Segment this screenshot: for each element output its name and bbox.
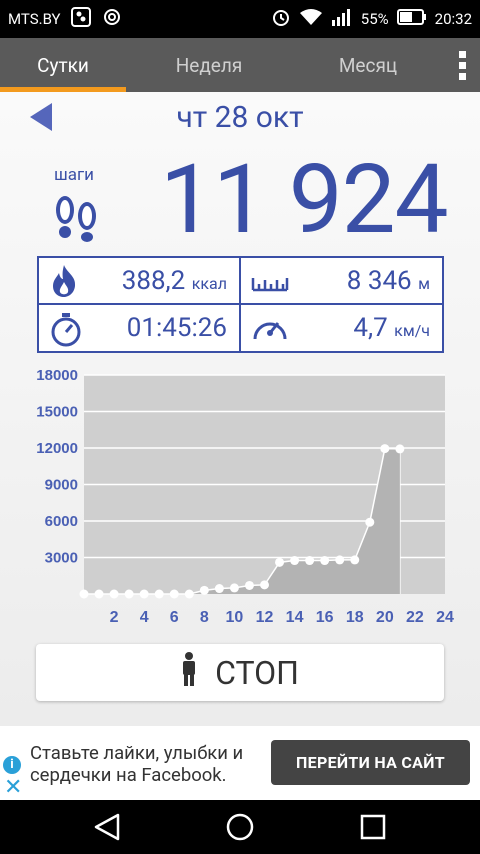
- chart-point: [395, 444, 405, 454]
- tab-day[interactable]: Сутки: [0, 38, 126, 92]
- distance-value: 8 346: [346, 266, 412, 296]
- chart-x-ticks: 2 4 6 8 10 12 14 16 18 20 22 24: [110, 609, 454, 626]
- carrier-label: MTS.BY: [8, 10, 61, 28]
- distance-unit: м: [418, 274, 430, 293]
- chart-point: [320, 556, 330, 566]
- duration-value: 01:45:26: [126, 313, 227, 343]
- chart-y-tick-label: 6000: [45, 513, 78, 530]
- date-title: чт 28 окт: [176, 100, 304, 135]
- footprints-icon: [52, 192, 100, 246]
- chart-point: [154, 589, 164, 599]
- hotspot-icon: [101, 7, 123, 31]
- chart-y-tick-label: 12000: [36, 440, 78, 457]
- chart-x-tick-label: 8: [200, 609, 209, 626]
- chart-point: [124, 589, 134, 599]
- chart-y-tick-label: 15000: [36, 404, 78, 421]
- home-icon: [226, 813, 254, 841]
- chart-point: [169, 589, 179, 599]
- speed-value: 4,7: [353, 313, 388, 343]
- chart-point: [244, 580, 254, 590]
- chart-x-tick-label: 24: [436, 609, 454, 626]
- chart-y-tick-label: 9000: [45, 477, 78, 494]
- chart-point: [335, 555, 345, 565]
- ad-close-icon[interactable]: ✕: [4, 777, 22, 799]
- ad-info-icon[interactable]: i: [3, 756, 21, 774]
- chart-x-tick-label: 10: [226, 609, 244, 626]
- chart-point: [199, 585, 209, 595]
- chart-point: [79, 589, 89, 599]
- hourly-steps-chart: 180001500012000900060003000 2 4 6 8 10 12 14 16…: [36, 367, 454, 626]
- signal-icon: [331, 8, 353, 30]
- chart-x-tick-label: 2: [110, 609, 119, 626]
- distance-cell: 8 346 м: [241, 258, 442, 304]
- person-icon: [181, 651, 197, 694]
- navigation-bar: [0, 800, 480, 854]
- flame-icon: [49, 264, 79, 302]
- chart-point: [94, 589, 104, 599]
- clock: 20:32: [434, 10, 472, 28]
- back-icon: [94, 813, 120, 841]
- stop-button[interactable]: СТОП: [36, 644, 444, 701]
- steps-notification-icon: [70, 7, 91, 31]
- chart-y-tick-label: 3000: [45, 550, 78, 567]
- ad-text: Ставьте лайки, улыбки и сердечки на Face…: [30, 742, 244, 786]
- speedometer-icon: [251, 311, 289, 349]
- stats-grid: 388,2 ккал 8 346 м 01:45:26 4,7 км/ч: [37, 256, 444, 353]
- chart-x-tick-label: 20: [376, 609, 394, 626]
- chart-x-tick-label: 6: [170, 609, 179, 626]
- steps-label: шаги: [54, 165, 94, 185]
- recents-icon: [360, 814, 386, 840]
- chart-point: [260, 580, 269, 590]
- chart-x-tick-label: 22: [406, 609, 424, 626]
- wifi-icon: [299, 8, 323, 30]
- chart-point: [139, 589, 149, 599]
- chart-x-tick-label: 16: [316, 609, 334, 626]
- battery-icon: [396, 9, 427, 29]
- status-bar: MTS.BY 55% 20:32: [0, 0, 480, 38]
- chart-y-ticks: 18000 15000 12000 9000 6000 3000: [36, 367, 78, 567]
- chart-x-tick-label: 18: [346, 609, 364, 626]
- calories-value: 388,2: [121, 266, 186, 296]
- chart-x-tick-label: 4: [140, 609, 149, 626]
- ad-banner[interactable]: i ✕ Ставьте лайки, улыбки и сердечки на …: [0, 726, 480, 800]
- tab-month[interactable]: Месяц: [292, 38, 444, 92]
- chart-x-tick-label: 12: [256, 609, 274, 626]
- chart-point: [290, 556, 300, 566]
- more-options-icon[interactable]: [444, 38, 480, 92]
- chart-point: [365, 517, 375, 527]
- ruler-icon: [251, 264, 289, 298]
- chart-point: [109, 589, 119, 599]
- chart-point: [184, 589, 194, 599]
- calories-cell: 388,2 ккал: [39, 258, 239, 304]
- battery-percent: 55%: [360, 10, 389, 28]
- chart-x-tick-label: 14: [286, 609, 304, 626]
- alarm-icon: [271, 7, 291, 31]
- stopwatch-icon: [49, 311, 83, 351]
- stop-button-label: СТОП: [215, 653, 299, 692]
- chart-point: [275, 557, 285, 567]
- chart-point: [350, 555, 360, 565]
- speed-cell: 4,7 км/ч: [241, 305, 442, 351]
- tab-week[interactable]: Неделя: [126, 38, 292, 92]
- chart-y-tick-label: 18000: [36, 367, 78, 384]
- calories-unit: ккал: [191, 274, 227, 293]
- chart-point: [229, 583, 239, 593]
- chart-point: [380, 444, 390, 454]
- speed-unit: км/ч: [394, 321, 430, 340]
- ad-visit-site-button[interactable]: ПЕРЕЙТИ НА САЙТ: [271, 740, 470, 785]
- steps-count: 11 924: [160, 144, 449, 256]
- chart-point: [305, 556, 315, 566]
- tab-bar: Сутки Неделя Месяц: [0, 38, 480, 92]
- chart-point: [214, 584, 224, 594]
- duration-cell: 01:45:26: [39, 305, 239, 351]
